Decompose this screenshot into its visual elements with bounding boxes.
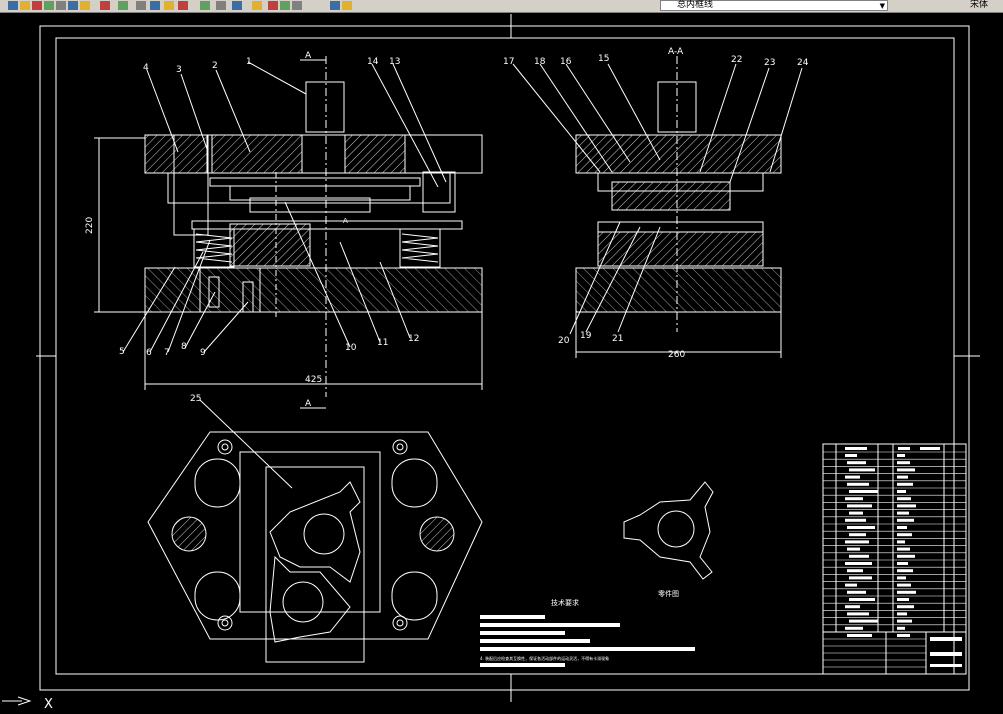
inner-frame — [55, 37, 955, 675]
part-number-23: 23 — [764, 58, 775, 68]
part-number-14: 14 — [367, 57, 379, 67]
pan-icon[interactable] — [118, 1, 128, 10]
section-view-title: A-A — [668, 47, 684, 57]
tech-requirements-title: 技术要求 — [551, 598, 579, 607]
plan-view — [147, 399, 483, 663]
part-number-21: 21 — [612, 334, 623, 344]
text-style-icon[interactable] — [342, 1, 352, 10]
outer-frame — [39, 25, 970, 691]
copy-icon[interactable] — [56, 1, 66, 10]
layer-manager-icon[interactable] — [252, 1, 262, 10]
part-number-12: 12 — [408, 334, 419, 344]
part-number-16: 16 — [560, 57, 572, 67]
save-icon[interactable] — [20, 1, 30, 10]
zoom-window-icon[interactable] — [150, 1, 160, 10]
chevron-down-icon[interactable]: ▼ — [880, 2, 885, 11]
part-number-17: 17 — [503, 57, 514, 67]
part-number-10: 10 — [345, 343, 357, 353]
side-section-view — [512, 56, 803, 358]
layer-sun-icon[interactable] — [280, 1, 290, 10]
part-number-1: 1 — [246, 57, 252, 67]
dimension-220: 220 — [85, 217, 95, 234]
print-icon[interactable] — [32, 1, 42, 10]
part-number-18: 18 — [534, 57, 546, 67]
part-number-4: 4 — [143, 63, 149, 73]
help-icon[interactable] — [232, 1, 242, 10]
part-number-20: 20 — [558, 336, 570, 346]
part-number-13: 13 — [389, 57, 400, 67]
text-style-name[interactable]: 宋体 — [970, 0, 988, 11]
paste-icon[interactable] — [68, 1, 78, 10]
layer-bulb-icon[interactable] — [268, 1, 278, 10]
part-number-2: 2 — [212, 61, 218, 71]
layer-lock-icon[interactable] — [292, 1, 302, 10]
zoom-previous-icon[interactable] — [164, 1, 174, 10]
drawing-canvas[interactable]: 1 2 3 4 5 6 7 8 9 10 11 12 13 14 15 16 1… — [0, 12, 1003, 714]
layer-dropdown[interactable]: 总内框线 ▼ — [660, 0, 888, 11]
part-number-8: 8 — [181, 342, 187, 352]
redo-icon[interactable] — [100, 1, 110, 10]
zoom-realtime-icon[interactable] — [136, 1, 146, 10]
open-icon[interactable] — [8, 1, 18, 10]
ucs-icon — [2, 696, 32, 706]
section-marker-bottom: A — [305, 399, 312, 409]
part-drawing-label: 零件图 — [658, 589, 679, 598]
cut-icon[interactable] — [44, 1, 54, 10]
part-number-25: 25 — [190, 394, 201, 404]
part-number-6: 6 — [146, 348, 152, 358]
part-number-9: 9 — [200, 348, 206, 358]
layer-color-icon[interactable] — [330, 1, 340, 10]
dimension-425: 425 — [305, 375, 322, 385]
section-marker-mid: A — [343, 217, 348, 225]
tech-note-line: 4. 装配后应检查其互换性，保证各活动部件的运动灵活，不得有卡滞现象 — [480, 655, 609, 661]
part-number-22: 22 — [731, 55, 742, 65]
properties-icon[interactable] — [178, 1, 188, 10]
section-marker-top: A — [305, 51, 312, 61]
part-number-7: 7 — [164, 348, 170, 358]
tool-palette-icon[interactable] — [216, 1, 226, 10]
layer-name: 总内框线 — [677, 0, 714, 10]
part-drawing — [623, 481, 714, 580]
part-number-3: 3 — [176, 65, 182, 75]
command-prompt[interactable]: X — [44, 697, 53, 712]
undo-icon[interactable] — [80, 1, 90, 10]
front-section-view — [94, 56, 483, 409]
part-number-15: 15 — [598, 54, 609, 64]
part-number-5: 5 — [119, 347, 125, 357]
dimension-260: 260 — [668, 350, 685, 360]
part-number-11: 11 — [377, 338, 388, 348]
part-number-24: 24 — [797, 58, 809, 68]
design-center-icon[interactable] — [200, 1, 210, 10]
part-number-19: 19 — [580, 331, 592, 341]
